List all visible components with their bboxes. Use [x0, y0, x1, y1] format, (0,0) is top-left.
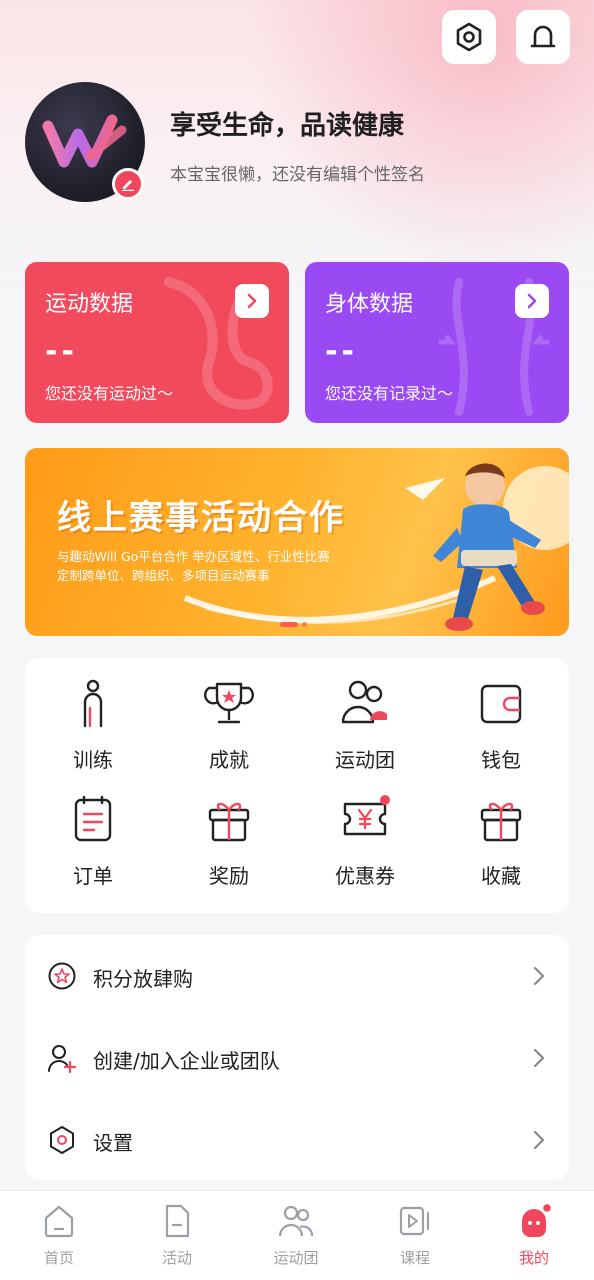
add-user-icon — [48, 1045, 77, 1073]
chevron-right-icon — [533, 1048, 545, 1068]
grid-label: 成就 — [209, 748, 249, 772]
sport-data-value: -- — [45, 334, 78, 369]
sport-data-desc: 您还没有运动过～ — [45, 384, 174, 403]
grid-item-achievement[interactable]: 成就 — [161, 658, 297, 772]
person-icon — [83, 679, 103, 728]
group-tab-icon — [278, 1205, 314, 1237]
tab-home[interactable]: 首页 — [0, 1191, 118, 1280]
grid-label: 订单 — [73, 864, 113, 888]
sport-data-title: 运动数据 — [45, 292, 134, 317]
body-data-value: -- — [325, 334, 358, 369]
grid-item-coupons[interactable]: 优惠券 — [297, 774, 433, 888]
tab-activity[interactable]: 活动 — [118, 1191, 236, 1280]
home-icon — [44, 1205, 74, 1238]
grid-item-favorites[interactable]: 收藏 — [433, 774, 569, 888]
body-data-title: 身体数据 — [325, 292, 414, 317]
settings-button[interactable] — [442, 10, 496, 64]
hexagon-gear-icon — [456, 22, 482, 52]
feature-grid: 训练 成就 运动团 钱包 订单 奖励 优惠券 收藏 — [25, 658, 569, 913]
tab-label: 首页 — [43, 1249, 74, 1267]
chevron-right-icon — [533, 966, 545, 986]
banner-title: 线上赛事活动合作 — [57, 498, 345, 538]
tab-label: 课程 — [399, 1249, 430, 1267]
tab-label: 活动 — [161, 1249, 192, 1267]
wallet-icon — [480, 684, 522, 724]
pencil-icon — [122, 180, 134, 191]
grid-label: 奖励 — [209, 864, 249, 888]
banner-subtitle-1: 与趣动Will Go平台合作 举办区域性、行业性比赛 — [57, 549, 330, 564]
coupon-icon — [343, 795, 390, 836]
w-logo-avatar — [42, 114, 127, 168]
tab-sports-group[interactable]: 运动团 — [237, 1191, 355, 1280]
grid-label: 训练 — [73, 748, 113, 772]
banner-pagination — [280, 622, 307, 627]
activity-icon — [165, 1204, 190, 1238]
bottom-tab-bar: 首页 活动 运动团 课程 我的 — [0, 1190, 594, 1280]
edit-profile-button[interactable] — [112, 168, 144, 200]
sport-data-card[interactable]: 运动数据 -- 您还没有运动过～ — [25, 262, 289, 423]
gift-icon — [208, 802, 250, 842]
runner-figure-illustration — [433, 463, 545, 631]
grid-label: 优惠券 — [335, 864, 395, 888]
bell-icon — [530, 25, 556, 48]
grid-label: 运动团 — [335, 748, 395, 772]
list-item-label: 创建/加入企业或团队 — [93, 1049, 280, 1073]
profile-signature[interactable]: 本宝宝很懒，还没有编辑个性签名 — [170, 160, 425, 185]
grid-item-wallet[interactable]: 钱包 — [433, 658, 569, 772]
trophy-icon — [204, 682, 254, 724]
course-icon — [399, 1206, 430, 1236]
grid-item-rewards[interactable]: 奖励 — [161, 774, 297, 888]
body-data-card[interactable]: 身体数据 -- 您还没有记录过～ — [305, 262, 569, 423]
sport-data-arrow-button[interactable] — [235, 284, 269, 318]
mine-icon — [522, 1203, 552, 1237]
list-item-label: 积分放肆购 — [93, 967, 193, 991]
profile-page: 享受生命，品读健康 本宝宝很懒，还没有编辑个性签名 运动数据 -- 您还没有运动… — [0, 0, 594, 1280]
tab-label: 我的 — [518, 1249, 549, 1267]
tab-course[interactable]: 课程 — [356, 1191, 474, 1280]
grid-item-orders[interactable]: 订单 — [25, 774, 161, 888]
list-item-settings[interactable]: 设置 — [25, 1099, 569, 1181]
group-icon — [341, 680, 387, 724]
tab-label: 运动团 — [273, 1249, 319, 1267]
profile-name: 享受生命，品读健康 — [170, 111, 405, 141]
chevron-right-icon — [533, 1130, 545, 1150]
tab-mine[interactable]: 我的 — [475, 1191, 593, 1280]
banner-dot-active — [280, 622, 298, 627]
menu-list: 积分放肆购 创建/加入企业或团队 设置 — [25, 935, 569, 1180]
notification-button[interactable] — [516, 10, 570, 64]
grid-item-training[interactable]: 训练 — [25, 658, 161, 772]
banner-dot — [302, 622, 307, 627]
banner-subtitle-2: 定制跨单位、跨组织、多项目运动赛事 — [57, 568, 270, 583]
settings-hexagon-icon — [50, 1126, 74, 1154]
list-item-points-mall[interactable]: 积分放肆购 — [25, 935, 569, 1017]
favorite-gift-icon — [480, 802, 522, 842]
list-item-label: 设置 — [93, 1131, 133, 1155]
grid-item-sports-group[interactable]: 运动团 — [297, 658, 433, 772]
grid-label: 钱包 — [481, 748, 521, 772]
chevron-right-icon — [527, 293, 537, 309]
points-star-icon — [48, 962, 76, 990]
body-data-desc: 您还没有记录过～ — [325, 384, 454, 403]
order-icon — [74, 795, 112, 842]
chevron-right-icon — [247, 293, 257, 309]
grid-label: 收藏 — [481, 864, 521, 888]
event-cooperation-banner[interactable]: 线上赛事活动合作 与趣动Will Go平台合作 举办区域性、行业性比赛 定制跨单… — [25, 448, 569, 636]
list-item-join-team[interactable]: 创建/加入企业或团队 — [25, 1017, 569, 1099]
body-data-arrow-button[interactable] — [515, 284, 549, 318]
